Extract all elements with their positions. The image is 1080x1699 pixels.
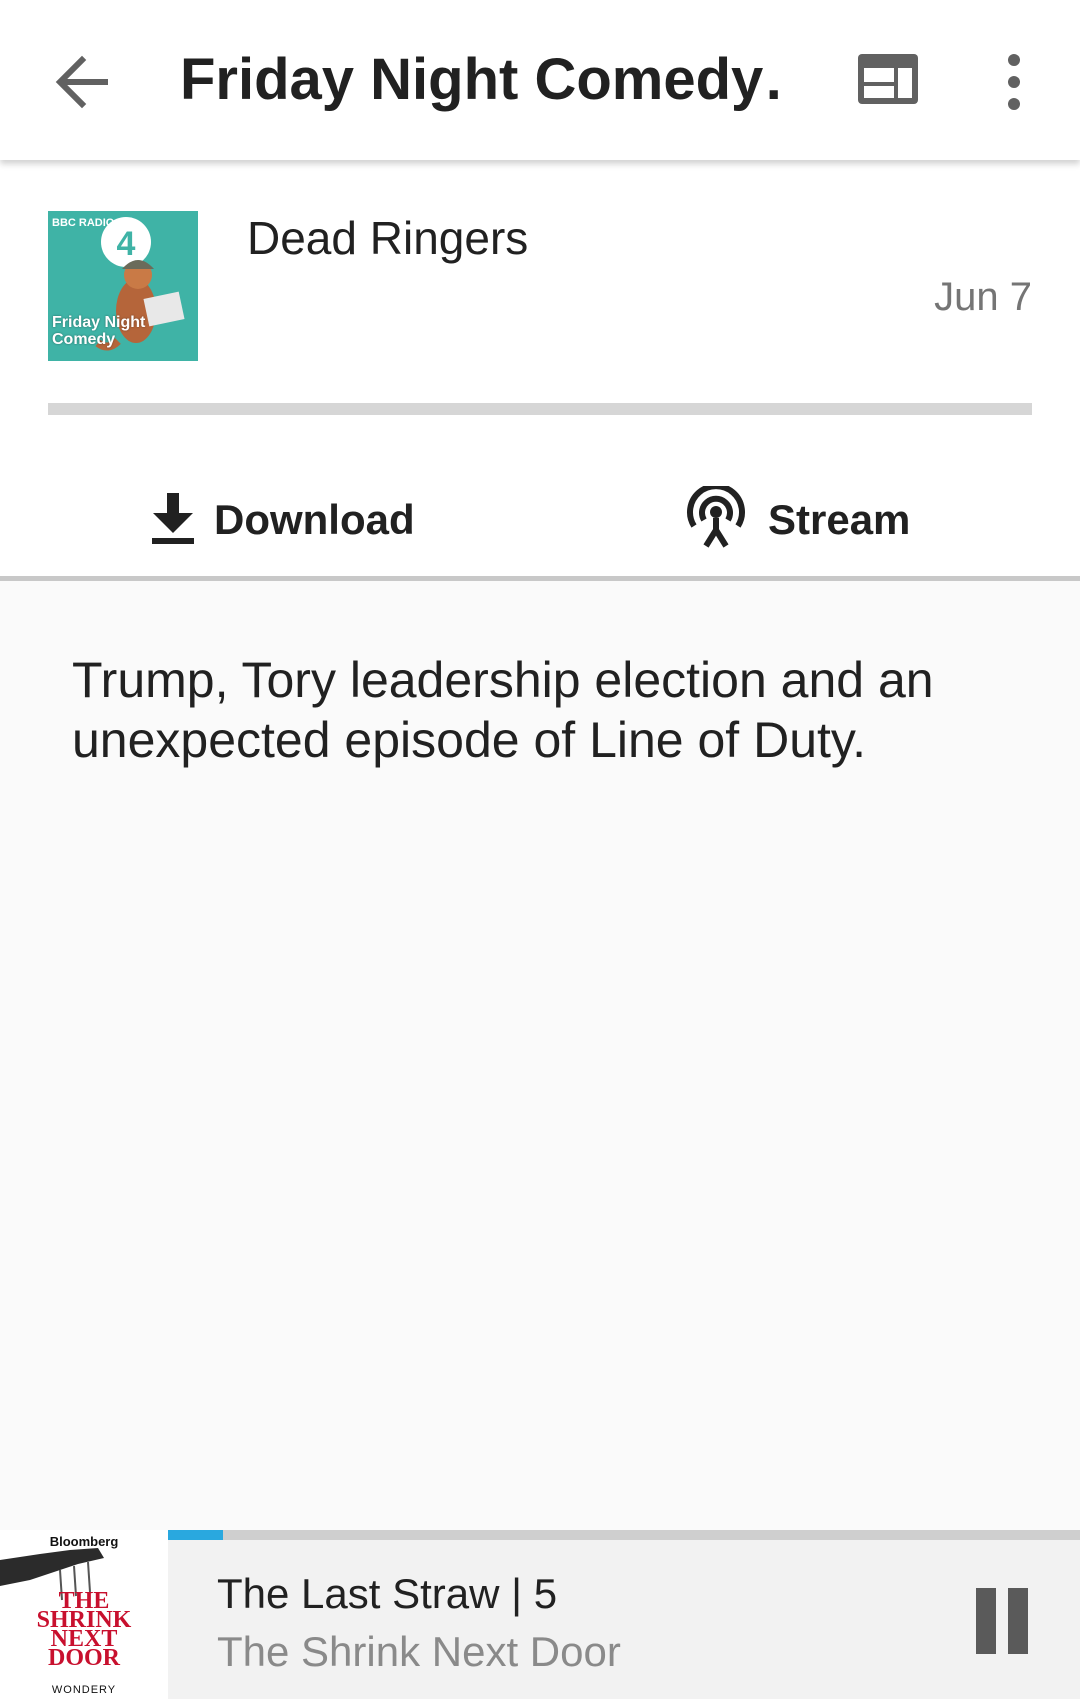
episode-screen: Friday Night Comedy… 4 BBC RADIO Friday … bbox=[0, 0, 1080, 1699]
web-view-icon[interactable] bbox=[856, 52, 920, 108]
app-bar: Friday Night Comedy… bbox=[0, 0, 1080, 160]
artwork-brand: BBC RADIO bbox=[52, 217, 115, 229]
podcast-artwork: 4 BBC RADIO Friday Night Comedy bbox=[48, 211, 198, 361]
episode-date: Jun 7 bbox=[934, 275, 1032, 319]
svg-text:4: 4 bbox=[117, 225, 136, 263]
episode-actions: Download Stream bbox=[0, 460, 1080, 580]
playback-progress-fill bbox=[168, 1530, 223, 1540]
page-title: Friday Night Comedy… bbox=[180, 47, 780, 112]
now-playing-artwork[interactable]: Bloomberg THE SHRINK NEXT DOOR WONDERY bbox=[0, 1530, 168, 1699]
artwork-show-name: Friday Night Comedy bbox=[52, 314, 146, 348]
mini-player[interactable]: Bloomberg THE SHRINK NEXT DOOR WONDERY T… bbox=[0, 1530, 1080, 1699]
podcast-stream-icon bbox=[682, 482, 750, 555]
now-playing-subtitle: The Shrink Next Door bbox=[217, 1628, 621, 1675]
more-vertical-icon[interactable] bbox=[1000, 52, 1028, 112]
stream-label: Stream bbox=[768, 496, 911, 543]
download-button[interactable]: Download bbox=[150, 460, 415, 580]
now-playing-artwork-show: THE SHRINK NEXT DOOR bbox=[36, 1588, 132, 1671]
download-icon bbox=[150, 491, 196, 550]
now-playing-network: WONDERY bbox=[51, 1684, 117, 1696]
arrow-left-icon[interactable] bbox=[52, 52, 116, 112]
pause-button[interactable] bbox=[972, 1588, 1032, 1654]
episode-header: 4 BBC RADIO Friday Night Comedy Dead Rin… bbox=[0, 160, 1080, 580]
now-playing-brand: Bloomberg bbox=[49, 1534, 119, 1549]
episode-description: Trump, Tory leadership election and an u… bbox=[72, 652, 934, 768]
episode-progress-bar bbox=[48, 403, 1032, 415]
now-playing-title: The Last Straw | 5 bbox=[217, 1570, 558, 1617]
download-label: Download bbox=[214, 496, 415, 543]
section-divider bbox=[0, 576, 1080, 581]
stream-button[interactable]: Stream bbox=[682, 460, 910, 580]
playback-progress-bar[interactable] bbox=[168, 1530, 1080, 1540]
episode-title: Dead Ringers bbox=[247, 212, 529, 264]
